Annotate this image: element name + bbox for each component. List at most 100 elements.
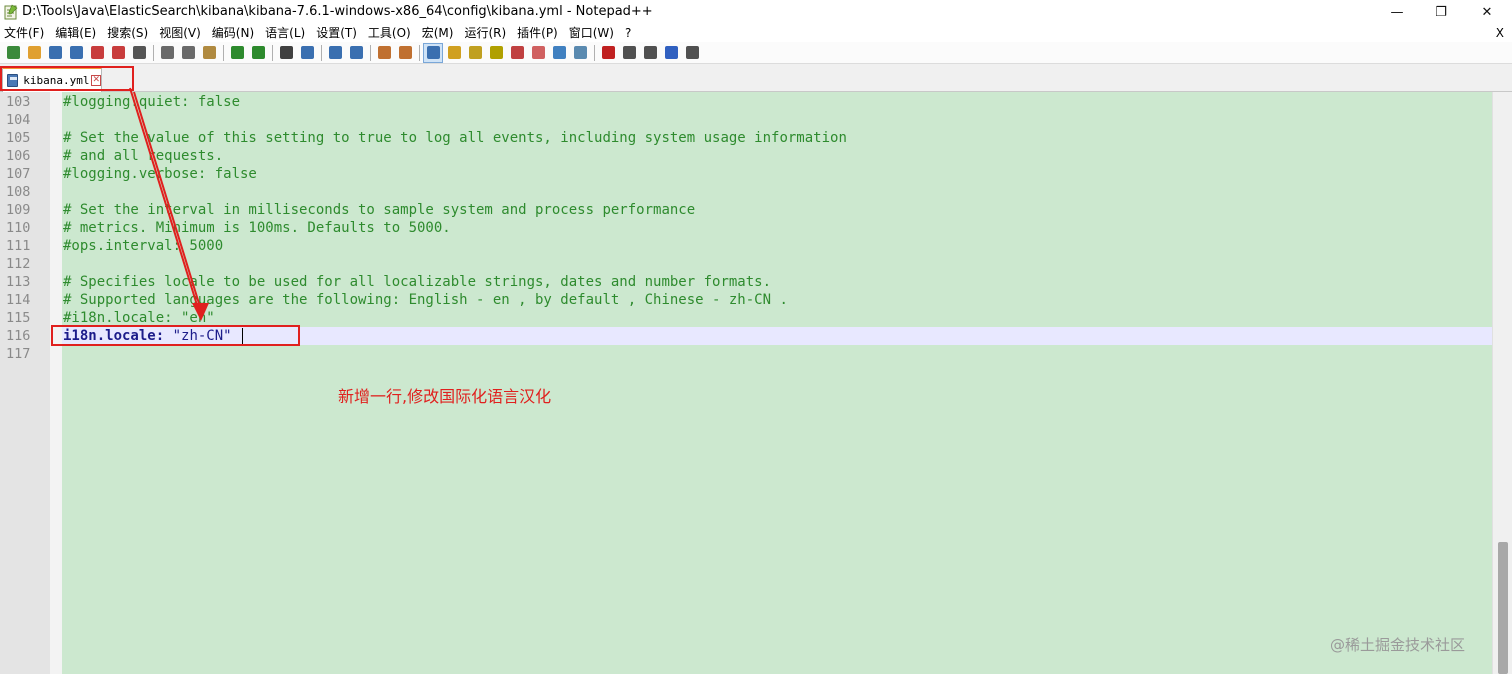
cut-button[interactable] <box>158 44 176 62</box>
folder-workspace-icon <box>531 46 545 59</box>
open-file-button[interactable] <box>25 44 43 62</box>
zoom-in-icon <box>328 46 342 59</box>
function-list-button[interactable] <box>508 44 526 62</box>
sync-vertical-button[interactable] <box>375 44 393 62</box>
maximize-button[interactable]: ❐ <box>1418 0 1464 24</box>
editor: 103 #logging.quiet: false 104 105 # Set the … <box>0 92 1512 674</box>
toolbar-separator <box>223 44 224 61</box>
annotation-box-line <box>51 325 300 346</box>
line-number: 106 <box>6 148 31 164</box>
stop-macro-button[interactable] <box>620 44 638 62</box>
line-text: # and all requests. <box>63 148 224 164</box>
paste-button[interactable] <box>200 44 218 62</box>
menu-bar: 文件(F) 编辑(E) 搜索(S) 视图(V) 编码(N) 语言(L) 设置(T) 工具(O)… <box>0 24 1512 42</box>
code-line: 114 # Supported languages are the followi… <box>0 291 1492 309</box>
save-button[interactable] <box>46 44 64 62</box>
code-line: 103 #logging.quiet: false <box>0 93 1492 111</box>
save-macro-button[interactable] <box>683 44 701 62</box>
sync-horizontal-button[interactable] <box>396 44 414 62</box>
code-line: 106 # and all requests. <box>0 147 1492 165</box>
line-number: 113 <box>6 274 31 290</box>
find-button[interactable] <box>277 44 295 62</box>
replace-button[interactable] <box>298 44 316 62</box>
vertical-scrollbar[interactable] <box>1492 92 1512 674</box>
monitoring-button[interactable] <box>550 44 568 62</box>
menu-item-11[interactable]: 窗口(W) <box>569 25 614 41</box>
close-document-button[interactable]: X <box>1496 24 1504 42</box>
menu-item-6[interactable]: 设置(T) <box>316 25 357 41</box>
line-text: #ops.interval: 5000 <box>63 238 224 254</box>
line-number: 116 <box>6 328 31 344</box>
save-macro-icon <box>685 46 699 59</box>
word-wrap-button[interactable] <box>423 42 443 63</box>
eye-button[interactable] <box>571 44 589 62</box>
menu-item-9[interactable]: 运行(R) <box>464 25 506 41</box>
menu-item-0[interactable]: 文件(F) <box>4 25 44 41</box>
menu-item-5[interactable]: 语言(L) <box>265 25 305 41</box>
line-number: 115 <box>6 310 31 326</box>
window-title: D:\Tools\Java\ElasticSearch\kibana\kiban… <box>22 4 653 19</box>
minimize-button[interactable]: — <box>1374 0 1420 24</box>
save-icon <box>48 46 62 59</box>
menu-item-10[interactable]: 插件(P) <box>517 25 558 41</box>
toolbar-separator <box>370 44 371 61</box>
line-text: #logging.quiet: false <box>63 94 241 110</box>
menu-item-3[interactable]: 视图(V) <box>159 25 201 41</box>
toolbar-separator <box>321 44 322 61</box>
open-file-icon <box>27 46 41 59</box>
close-window-button[interactable]: ✕ <box>1464 0 1510 24</box>
menu-item-7[interactable]: 工具(O) <box>368 25 411 41</box>
record-macro-button[interactable] <box>599 44 617 62</box>
play-multiple-button[interactable] <box>662 44 680 62</box>
save-all-button[interactable] <box>67 44 85 62</box>
indent-guide-icon <box>468 46 482 59</box>
scroll-thumb[interactable] <box>1498 542 1508 674</box>
replace-icon <box>300 46 314 59</box>
close-button[interactable] <box>88 44 106 62</box>
close-icon: ✕ <box>1481 4 1493 20</box>
redo-button[interactable] <box>249 44 267 62</box>
undo-icon <box>230 46 244 59</box>
code-line: 107 #logging.verbose: false <box>0 165 1492 183</box>
new-file-button[interactable] <box>4 44 22 62</box>
eye-icon <box>573 46 587 59</box>
close-all-button[interactable] <box>109 44 127 62</box>
paste-icon <box>202 46 216 59</box>
sync-vertical-icon <box>377 46 391 59</box>
line-number: 117 <box>6 346 31 362</box>
line-number: 110 <box>6 220 31 236</box>
document-map-button[interactable] <box>487 44 505 62</box>
line-text: # Set the interval in milliseconds to sa… <box>63 202 696 218</box>
notepadpp-app-icon <box>4 4 18 20</box>
copy-button[interactable] <box>179 44 197 62</box>
toolbar <box>0 42 1512 64</box>
menu-item-4[interactable]: 编码(N) <box>212 25 254 41</box>
zoom-in-button[interactable] <box>326 44 344 62</box>
close-icon <box>90 46 104 59</box>
code-line: 117 <box>0 345 1492 363</box>
restore-icon: ❐ <box>1435 4 1447 20</box>
print-button[interactable] <box>130 44 148 62</box>
close-all-icon <box>111 46 125 59</box>
menu-item-1[interactable]: 编辑(E) <box>55 25 96 41</box>
menu-item-12[interactable]: ? <box>625 25 631 41</box>
zoom-out-button[interactable] <box>347 44 365 62</box>
annotation-box-tab <box>0 66 134 91</box>
record-macro-icon <box>601 46 615 59</box>
show-all-chars-button[interactable] <box>445 44 463 62</box>
document-map-icon <box>489 46 503 59</box>
menu-item-2[interactable]: 搜索(S) <box>107 25 148 41</box>
play-macro-button[interactable] <box>641 44 659 62</box>
undo-button[interactable] <box>228 44 246 62</box>
indent-guide-button[interactable] <box>466 44 484 62</box>
function-list-icon <box>510 46 524 59</box>
line-number: 112 <box>6 256 31 272</box>
find-icon <box>279 46 293 59</box>
tab-bar: kibana.yml ✕ <box>0 64 1512 92</box>
menu-item-8[interactable]: 宏(M) <box>422 25 454 41</box>
stop-macro-icon <box>622 46 636 59</box>
cut-icon <box>160 46 174 59</box>
folder-workspace-button[interactable] <box>529 44 547 62</box>
line-number: 109 <box>6 202 31 218</box>
play-multiple-icon <box>664 46 678 59</box>
